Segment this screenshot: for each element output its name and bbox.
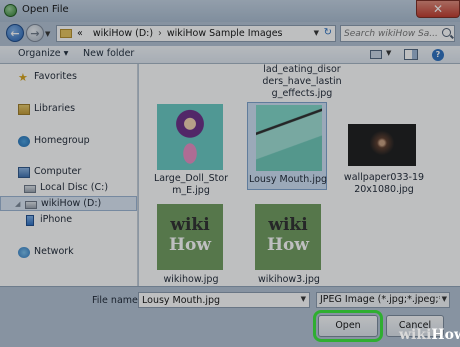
breadcrumb: « wikiHow (D:) › wikiHow Sample Images — [77, 28, 283, 39]
file-type-select[interactable]: JPEG Image (*.jpg;*.jpeg;*. ▼ — [316, 292, 450, 308]
breadcrumb-folder[interactable]: wikiHow Sample Images — [167, 28, 283, 39]
open-button[interactable]: Open — [313, 310, 383, 342]
bottom-panel: File name: ▼ JPEG Image (*.jpg;*.jpeg;*.… — [0, 286, 460, 347]
search-icon[interactable] — [442, 28, 451, 37]
refresh-icon[interactable]: ↻ — [324, 27, 332, 38]
star-icon: ★ — [18, 71, 28, 84]
window-title: Open File — [22, 4, 69, 15]
mouth-thumbnail — [256, 105, 322, 171]
search-box[interactable] — [340, 25, 455, 42]
file-item[interactable]: wallpaper033-19 20x1080.jpg — [342, 116, 424, 214]
watermark-part: How — [431, 327, 460, 343]
forward-button[interactable]: → — [26, 24, 44, 42]
nav-item-iphone[interactable]: iPhone — [0, 213, 137, 228]
file-type-dropdown-icon[interactable]: ▼ — [439, 295, 447, 303]
search-input[interactable] — [344, 27, 440, 40]
file-name-dropdown-icon[interactable]: ▼ — [301, 295, 306, 303]
change-view-icon[interactable] — [370, 50, 382, 59]
back-button[interactable]: ← — [6, 24, 24, 42]
thumb-text: wiki — [268, 215, 308, 235]
network-icon — [18, 247, 30, 258]
nav-item-label: Libraries — [34, 103, 76, 114]
file-type-value: JPEG Image (*.jpg;*.jpeg;*. — [320, 294, 447, 305]
file-name: wikihow3.jpg — [258, 274, 320, 285]
file-name: wikihow.jpg — [163, 274, 219, 285]
command-toolbar: Organize ▾ New folder ▼ ? — [0, 46, 460, 64]
nav-item-libraries[interactable]: Libraries — [0, 102, 137, 117]
open-file-dialog: Open File ✕ ← → ▼ « wikiHow (D:) › wikiHow … — [0, 0, 460, 347]
thumb-text: How — [168, 235, 212, 255]
nav-item-label: Favorites — [34, 71, 77, 82]
address-dropdown-icon[interactable]: ▼ — [314, 29, 319, 37]
app-icon — [4, 4, 17, 17]
phone-icon — [26, 215, 34, 226]
close-button[interactable]: ✕ — [416, 0, 460, 18]
nav-item-homegroup[interactable]: Homegroup — [0, 134, 137, 149]
watermark-part: wiki — [399, 327, 432, 343]
nav-item-label: Homegroup — [34, 135, 90, 146]
nav-item-label: wikiHow (D:) — [41, 198, 102, 209]
folder-icon — [60, 29, 72, 38]
nav-item-label: Computer — [34, 166, 82, 177]
wikihow-thumbnail: wiki How — [157, 204, 223, 270]
breadcrumb-overflow[interactable]: « — [77, 28, 83, 39]
breadcrumb-drive[interactable]: wikiHow (D:) — [93, 28, 153, 39]
nav-item-label: Network — [34, 246, 74, 257]
address-row: ← → ▼ « wikiHow (D:) › wikiHow Sample Image… — [0, 22, 460, 46]
file-item[interactable]: Large_Doll_Stor m_E.jpg — [149, 104, 229, 202]
library-icon — [18, 104, 30, 115]
file-item-selected[interactable]: Lousy Mouth.jpg — [247, 102, 327, 190]
wikihow-thumbnail: wiki How — [255, 204, 321, 270]
file-label-partial[interactable]: lad_eating_disor ders_have_lastin g_effe… — [247, 64, 357, 100]
nav-item-label: iPhone — [40, 214, 73, 225]
nav-item-local-disc[interactable]: Local Disc (C:) — [0, 181, 137, 196]
file-name-input[interactable] — [142, 294, 292, 306]
wikihow-watermark: wikiHow — [399, 327, 460, 343]
nav-item-favorites[interactable]: ★ Favorites — [0, 70, 137, 85]
help-icon[interactable]: ? — [432, 49, 444, 61]
breadcrumb-separator[interactable]: › — [158, 28, 162, 39]
thumb-text: How — [266, 235, 310, 255]
collapse-arrow-icon[interactable]: ◢ — [15, 200, 20, 208]
nav-item-computer[interactable]: Computer — [0, 165, 137, 180]
new-folder-button[interactable]: New folder — [83, 48, 134, 59]
homegroup-icon — [18, 136, 30, 147]
file-name-label: File name: — [92, 295, 142, 306]
file-name: Large_Doll_Stor m_E.jpg — [153, 173, 229, 196]
title-bar: Open File ✕ — [0, 0, 460, 22]
file-name: Lousy Mouth.jpg — [248, 174, 328, 185]
view-dropdown-icon[interactable]: ▼ — [386, 49, 391, 57]
file-name: wallpaper033-19 20x1080.jpg — [343, 172, 425, 195]
preview-pane-icon[interactable] — [404, 49, 418, 60]
computer-icon — [18, 167, 30, 178]
disk-icon — [25, 201, 37, 209]
nav-item-network[interactable]: Network — [0, 245, 137, 260]
file-list: lad_eating_disor ders_have_lastin g_effe… — [139, 64, 460, 286]
file-name-combobox[interactable]: ▼ — [138, 292, 310, 308]
nav-item-label: Local Disc (C:) — [40, 182, 109, 193]
thumb-text: wiki — [170, 215, 210, 235]
address-bar[interactable]: « wikiHow (D:) › wikiHow Sample Images ▼ ↻ — [56, 25, 336, 42]
disk-icon — [24, 185, 36, 193]
nav-item-wikihow-drive[interactable]: ◢ wikiHow (D:) — [0, 196, 137, 211]
organize-button[interactable]: Organize ▾ — [18, 48, 68, 59]
recent-locations-dropdown-icon[interactable]: ▼ — [45, 30, 50, 38]
navigation-pane: ★ Favorites Libraries Homegroup Computer… — [0, 64, 138, 286]
wallpaper-thumbnail — [348, 124, 416, 166]
doll-thumbnail — [157, 104, 223, 170]
